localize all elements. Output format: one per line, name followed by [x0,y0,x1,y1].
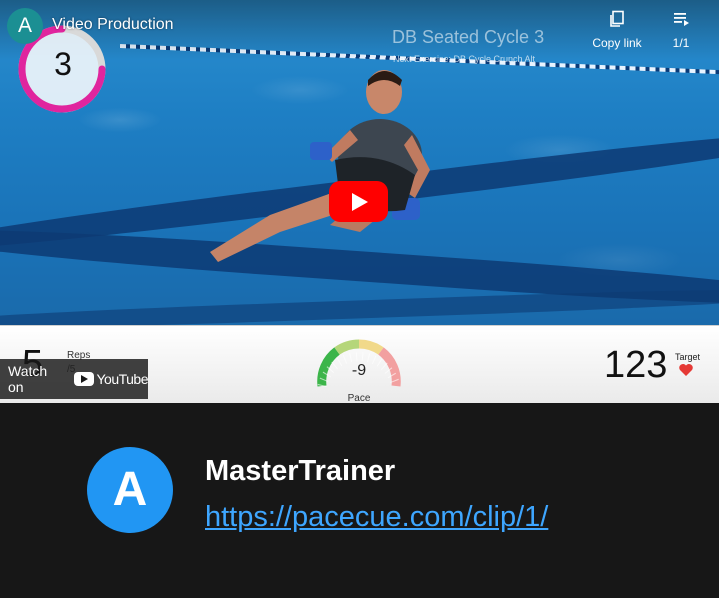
author-avatar: A [87,447,173,533]
video-player[interactable]: 3 A Video Production DB Seated Cycle 3 N… [0,0,719,325]
target-label: Target [675,352,701,362]
clip-link[interactable]: https://pacecue.com/clip/1/ [205,501,548,534]
next-exercise-label: Next Exercise: DB Cycle Crunch Alt [393,54,536,64]
pace-label: Pace [347,393,371,404]
copy-link-button[interactable]: Copy link [588,10,646,50]
heart-icon [679,364,693,376]
playlist-button[interactable]: 1/1 [666,10,696,50]
author-name: MasterTrainer [205,455,396,487]
watch-on-youtube-button[interactable]: Watch on YouTube [0,359,148,399]
channel-avatar[interactable]: A [7,8,43,44]
copy-link-label: Copy link [592,36,642,50]
video-title[interactable]: Video Production [52,16,174,34]
exercise-title: DB Seated Cycle 3 [392,27,545,47]
copy-icon [610,10,624,27]
playlist-icon [674,13,689,26]
target-heart-rate-value: 123 [604,344,668,386]
play-button[interactable] [329,181,388,222]
pace-gauge [317,339,401,388]
watch-on-label: Watch on [8,363,48,395]
youtube-logo: YouTube [74,371,148,387]
youtube-wordmark: YouTube [96,371,148,387]
pace-value: -9 [351,362,367,379]
countdown-number: 3 [54,46,72,82]
youtube-play-icon [74,372,95,386]
playlist-position: 1/1 [672,36,690,50]
